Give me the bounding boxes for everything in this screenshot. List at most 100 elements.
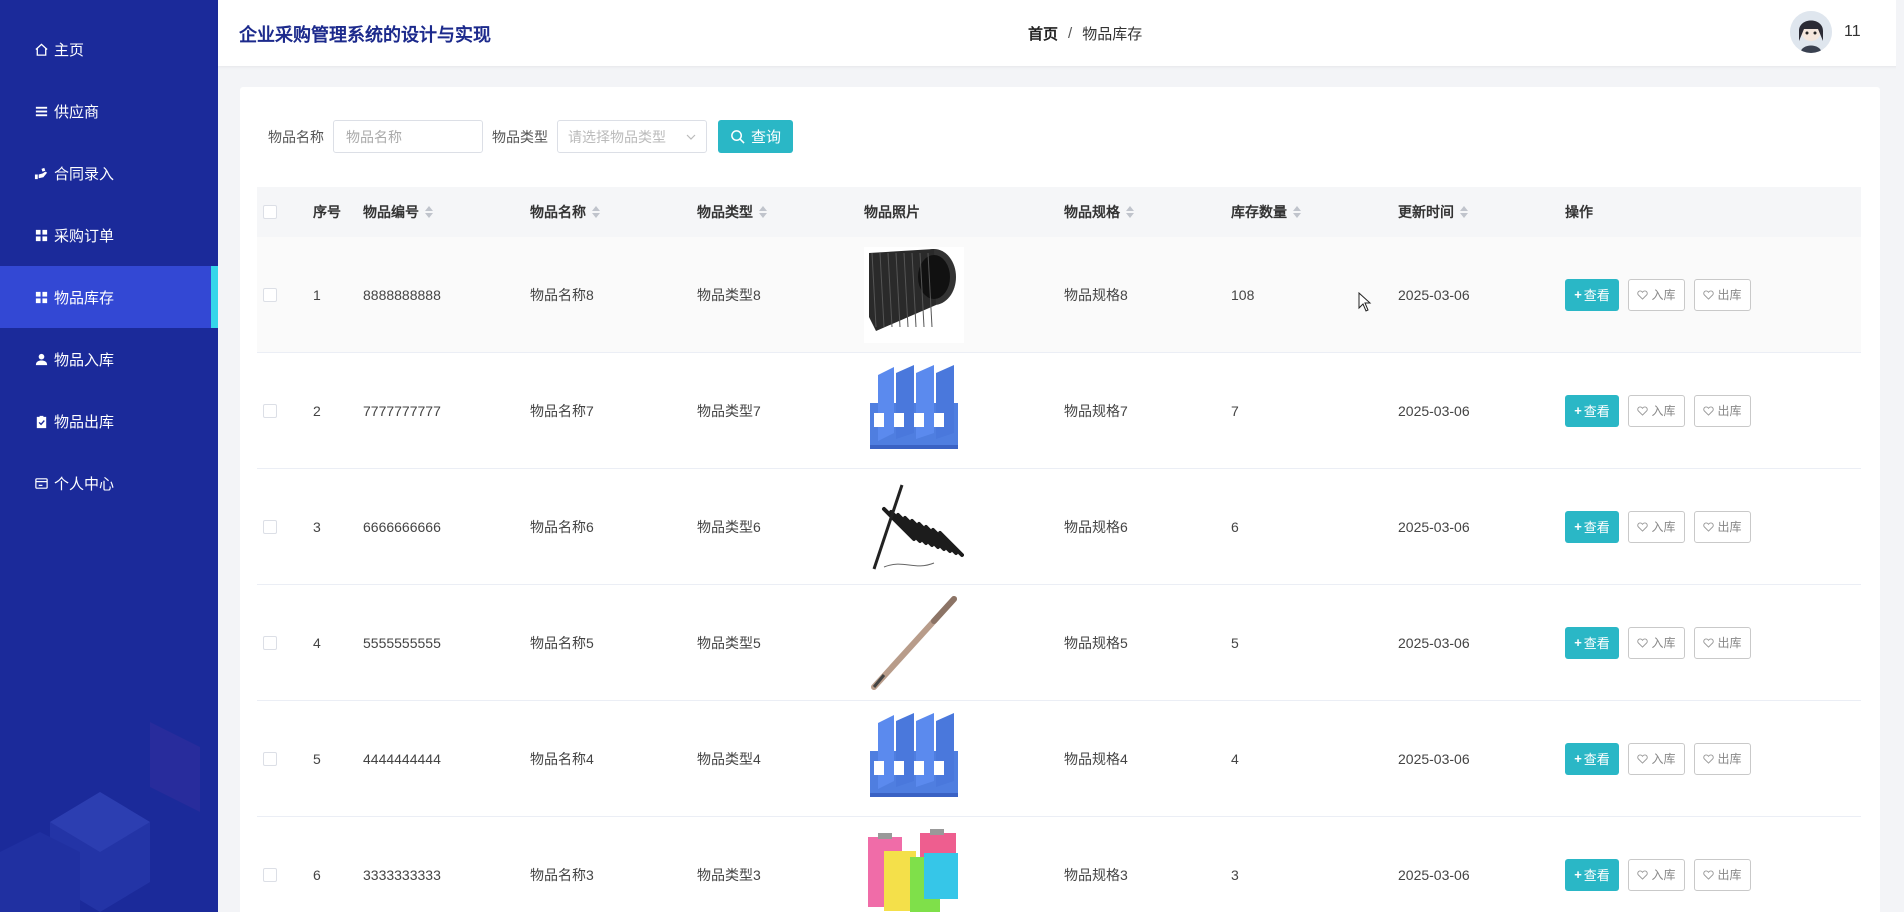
cell-type: 物品类型6	[697, 518, 761, 535]
item-type-select[interactable]: 请选择物品类型	[557, 120, 707, 153]
heart-icon	[1703, 289, 1715, 300]
breadcrumb-home[interactable]: 首页	[1028, 23, 1058, 44]
stock-in-button-label: 入库	[1651, 752, 1676, 766]
grid-icon	[32, 288, 50, 306]
sidebar-item-contract[interactable]: 合同录入	[0, 142, 218, 204]
item-name-input[interactable]: 物品名称	[333, 120, 483, 153]
sidebar-item-supplier[interactable]: 供应商	[0, 80, 218, 142]
cell-spec: 物品规格3	[1064, 866, 1128, 883]
item-photo[interactable]	[864, 594, 964, 691]
stock-out-button[interactable]: 出库	[1694, 742, 1751, 775]
row-checkbox[interactable]	[263, 751, 277, 766]
view-button-label: 查看	[1583, 520, 1610, 535]
item-photo[interactable]	[864, 246, 964, 343]
select-all-checkbox[interactable]	[263, 205, 277, 219]
plus-icon: +	[1574, 519, 1582, 534]
item-photo[interactable]	[864, 826, 964, 912]
cell-spec: 物品规格8	[1064, 286, 1128, 303]
header-qty[interactable]: 库存数量	[1231, 202, 1301, 222]
table-row: 5 4444444444 物品名称4 物品类型4 物品规格4 4 2025-03-06 + 查看…	[257, 701, 1861, 817]
grid-icon	[32, 226, 50, 244]
stock-in-button[interactable]: 入库	[1628, 394, 1685, 427]
row-checkbox[interactable]	[263, 287, 277, 302]
cell-time: 2025-03-06	[1398, 518, 1470, 535]
row-actions: + 查看 入库 出库	[1565, 394, 1751, 427]
table-row: 3 6666666666 物品名称6 物品类型6 物品规格6 6 2025-03-06 + 查看…	[257, 469, 1861, 585]
item-photo[interactable]	[864, 362, 964, 459]
item-photo[interactable]	[864, 478, 964, 575]
cell-index: 3	[313, 518, 321, 535]
sort-icon[interactable]	[1126, 206, 1134, 218]
cell-qty: 4	[1231, 750, 1239, 767]
header-index: 序号	[313, 204, 341, 220]
sort-icon[interactable]	[1293, 206, 1301, 218]
row-checkbox[interactable]	[263, 867, 277, 882]
cell-index: 4	[313, 634, 321, 651]
sidebar-item-profile[interactable]: 个人中心	[0, 452, 218, 514]
item-photo[interactable]	[864, 710, 964, 807]
view-button[interactable]: + 查看	[1565, 858, 1619, 891]
header-actions: 操作	[1565, 204, 1593, 220]
cell-qty: 3	[1231, 866, 1239, 883]
row-checkbox[interactable]	[263, 635, 277, 650]
header-time[interactable]: 更新时间	[1398, 202, 1468, 222]
stock-in-button[interactable]: 入库	[1628, 510, 1685, 543]
view-button[interactable]: + 查看	[1565, 510, 1619, 543]
cell-spec: 物品规格4	[1064, 750, 1128, 767]
item-type-placeholder: 请选择物品类型	[568, 128, 666, 145]
top-header: 企业采购管理系统的设计与实现 首页 / 物品库存 11	[218, 0, 1904, 66]
query-button[interactable]: 查询	[718, 120, 794, 153]
sidebar-item-orders[interactable]: 采购订单	[0, 204, 218, 266]
cell-qty: 7	[1231, 402, 1239, 419]
sidebar-item-home[interactable]: 主页	[0, 18, 218, 80]
plus-icon: +	[1574, 751, 1582, 766]
cell-type: 物品类型5	[697, 634, 761, 651]
sort-icon[interactable]	[1460, 206, 1468, 218]
stock-out-button[interactable]: 出库	[1694, 626, 1751, 659]
header-spec[interactable]: 物品规格	[1064, 202, 1134, 222]
sidebar-item-label: 物品入库	[54, 351, 115, 369]
heart-icon	[1703, 637, 1715, 648]
stock-out-button[interactable]: 出库	[1694, 510, 1751, 543]
view-button[interactable]: + 查看	[1565, 394, 1619, 427]
cell-spec: 物品规格5	[1064, 634, 1128, 651]
plus-icon: +	[1574, 867, 1582, 882]
stock-out-button[interactable]: 出库	[1694, 858, 1751, 891]
clipboard-icon	[32, 412, 50, 430]
cell-qty: 108	[1231, 286, 1255, 303]
cell-code: 4444444444	[363, 750, 441, 767]
page-scrollbar[interactable]	[1896, 0, 1904, 912]
cell-qty: 5	[1231, 634, 1239, 651]
view-button[interactable]: + 查看	[1565, 626, 1619, 659]
view-button[interactable]: + 查看	[1565, 742, 1619, 775]
sort-icon[interactable]	[759, 206, 767, 218]
sidebar-item-stock-in[interactable]: 物品入库	[0, 328, 218, 390]
header-type[interactable]: 物品类型	[697, 202, 767, 222]
avatar[interactable]	[1790, 11, 1832, 53]
sidebar-item-label: 供应商	[54, 103, 100, 121]
cell-spec: 物品规格6	[1064, 518, 1128, 535]
stock-in-button[interactable]: 入库	[1628, 742, 1685, 775]
stock-out-button[interactable]: 出库	[1694, 394, 1751, 427]
cell-qty: 6	[1231, 518, 1239, 535]
stock-out-button-label: 出库	[1717, 520, 1742, 534]
stock-in-button[interactable]: 入库	[1628, 858, 1685, 891]
cell-code: 7777777777	[363, 402, 441, 419]
sidebar-item-inventory[interactable]: 物品库存	[0, 266, 218, 328]
stock-out-button[interactable]: 出库	[1694, 278, 1751, 311]
header-name[interactable]: 物品名称	[530, 202, 600, 222]
stock-in-button[interactable]: 入库	[1628, 278, 1685, 311]
stock-in-button[interactable]: 入库	[1628, 626, 1685, 659]
plus-icon: +	[1574, 403, 1582, 418]
row-checkbox[interactable]	[263, 519, 277, 534]
row-checkbox[interactable]	[263, 403, 277, 418]
sort-icon[interactable]	[592, 206, 600, 218]
view-button[interactable]: + 查看	[1565, 278, 1619, 311]
sidebar-item-stock-out[interactable]: 物品出库	[0, 390, 218, 452]
header-code[interactable]: 物品编号	[363, 202, 433, 222]
sort-icon[interactable]	[425, 206, 433, 218]
user-name[interactable]: 11	[1844, 23, 1861, 41]
app-title: 企业采购管理系统的设计与实现	[239, 25, 491, 45]
cell-name: 物品名称7	[530, 402, 594, 419]
plus-icon: +	[1574, 287, 1582, 302]
